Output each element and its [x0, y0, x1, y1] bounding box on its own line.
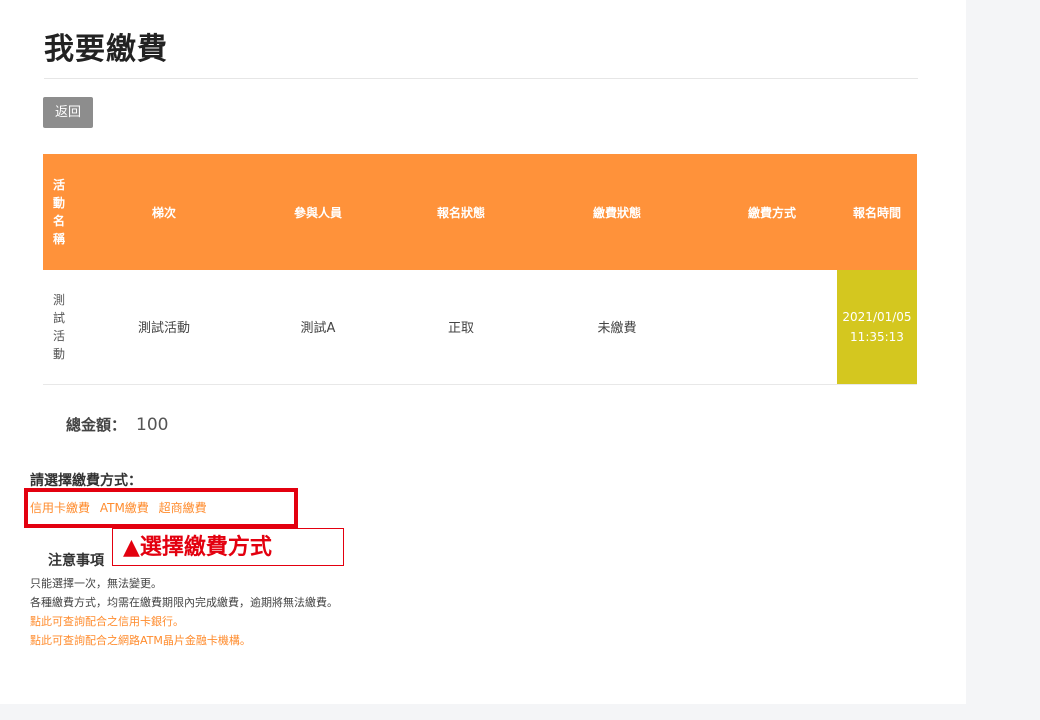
note-line: 只能選擇一次，無法變更。: [30, 577, 162, 590]
cell-registration-status: 正取: [447, 321, 474, 337]
header-activity-name: 活動名稱: [53, 178, 66, 246]
annotation-callout: ▲選擇繳費方式: [112, 528, 344, 566]
header-registration-status: 報名狀態: [436, 205, 485, 220]
table-header-row: 活動名稱 梯次 參與人員 報名狀態 繳費狀態 繳費方式 報名時間: [43, 154, 917, 270]
atm-payment-link[interactable]: ATM繳費: [100, 501, 149, 515]
cell-payment-status: 未繳費: [597, 321, 637, 337]
header-payment-method: 繳費方式: [747, 205, 796, 220]
note-line: 各種繳費方式，均需在繳費期限內完成繳費，逾期將無法繳費。: [30, 596, 338, 609]
table-row: 測試活動 測試活動 測試A 正取 未繳費 2021/01/05 11:35:13: [43, 270, 917, 384]
total-value: 100: [136, 415, 169, 435]
total-amount: 總金額： 100: [66, 414, 168, 435]
registration-table: 活動名稱 梯次 參與人員 報名狀態 繳費狀態 繳費方式 報名時間 測試活動 測試…: [43, 154, 917, 385]
back-button[interactable]: 返回: [43, 97, 93, 128]
cell-registration-time: 2021/01/05 11:35:13: [837, 270, 917, 384]
atm-card-institutions-link[interactable]: 點此可查詢配合之網路ATM晶片金融卡機構。: [30, 631, 338, 650]
convenience-store-payment-link[interactable]: 超商繳費: [159, 501, 207, 515]
page-title: 我要繳費: [44, 32, 168, 67]
cell-activity-name: 測試活動: [53, 292, 66, 361]
header-payment-status: 繳費狀態: [592, 205, 641, 220]
registration-clock: 11:35:13: [850, 329, 904, 344]
cell-payment-method: [707, 270, 837, 384]
notes-list: 只能選擇一次，無法變更。 各種繳費方式，均需在繳費期限內完成繳費，逾期將無法繳費…: [30, 574, 338, 650]
registration-date: 2021/01/05: [842, 309, 912, 324]
header-registration-time: 報名時間: [852, 205, 901, 220]
title-divider: [44, 78, 918, 79]
cell-session: 測試活動: [137, 321, 190, 337]
cell-participant: 測試A: [300, 321, 336, 337]
total-label: 總金額：: [66, 416, 127, 434]
content-panel: 我要繳費 返回 活動名稱 梯次 參與人員 報名狀態 繳費狀態 繳費方式 報名時間: [0, 0, 966, 704]
payment-method-title: 請選擇繳費方式：: [30, 473, 142, 489]
header-participant: 參與人員: [293, 205, 342, 220]
header-session: 梯次: [151, 205, 176, 220]
payment-method-links: 信用卡繳費 ATM繳費 超商繳費: [30, 499, 213, 516]
credit-card-payment-link[interactable]: 信用卡繳費: [30, 501, 90, 515]
credit-card-banks-link[interactable]: 點此可查詢配合之信用卡銀行。: [30, 612, 338, 631]
notes-title: 注意事項: [48, 553, 104, 569]
